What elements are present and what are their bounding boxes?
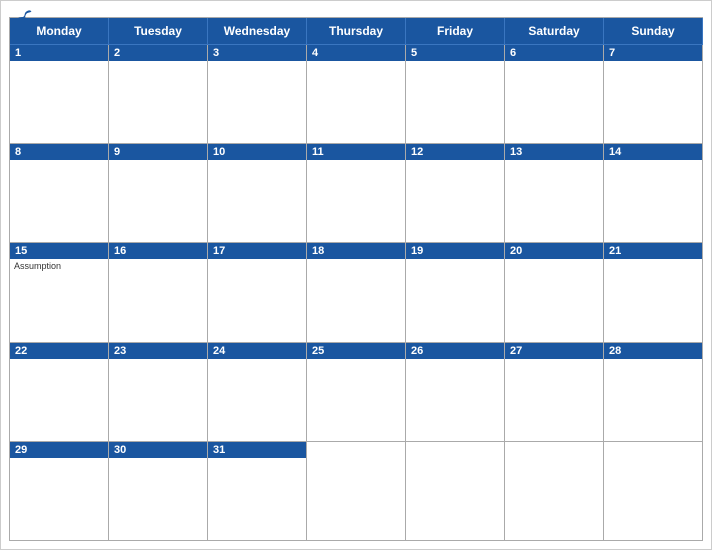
calendar-grid: MondayTuesdayWednesdayThursdayFridaySatu… [9, 17, 703, 541]
day-number [406, 442, 504, 446]
day-cell: 20 [505, 243, 604, 342]
day-cell: 28 [604, 343, 703, 442]
day-cell [406, 442, 505, 541]
day-number: 19 [406, 243, 504, 259]
day-number: 21 [604, 243, 702, 259]
day-number: 30 [109, 442, 207, 458]
day-cell: 2 [109, 45, 208, 144]
logo [17, 9, 35, 23]
day-header-saturday: Saturday [505, 18, 604, 45]
day-cell [307, 442, 406, 541]
week-row-5: 293031 [10, 442, 703, 541]
calendar-header [1, 1, 711, 17]
day-cell: 9 [109, 144, 208, 243]
day-header-friday: Friday [406, 18, 505, 45]
day-number: 27 [505, 343, 603, 359]
logo-blue-text [17, 9, 35, 23]
day-cell: 17 [208, 243, 307, 342]
day-number: 9 [109, 144, 207, 160]
day-number: 25 [307, 343, 405, 359]
day-cell: 15Assumption [10, 243, 109, 342]
day-cell: 6 [505, 45, 604, 144]
day-number: 11 [307, 144, 405, 160]
day-number: 20 [505, 243, 603, 259]
day-number: 5 [406, 45, 504, 61]
day-number [604, 442, 702, 446]
day-number: 8 [10, 144, 108, 160]
day-number: 18 [307, 243, 405, 259]
day-cell: 14 [604, 144, 703, 243]
day-cell: 12 [406, 144, 505, 243]
day-cell: 31 [208, 442, 307, 541]
day-cell: 5 [406, 45, 505, 144]
day-number: 15 [10, 243, 108, 259]
day-cell: 4 [307, 45, 406, 144]
day-cell: 22 [10, 343, 109, 442]
day-cell: 8 [10, 144, 109, 243]
day-number: 13 [505, 144, 603, 160]
day-number: 10 [208, 144, 306, 160]
day-number: 31 [208, 442, 306, 458]
day-cell: 21 [604, 243, 703, 342]
day-number: 4 [307, 45, 405, 61]
day-headers-row: MondayTuesdayWednesdayThursdayFridaySatu… [10, 18, 703, 45]
day-number: 14 [604, 144, 702, 160]
day-number: 16 [109, 243, 207, 259]
day-cell: 25 [307, 343, 406, 442]
day-cell: 24 [208, 343, 307, 442]
day-number: 23 [109, 343, 207, 359]
week-row-4: 22232425262728 [10, 343, 703, 442]
day-cell: 18 [307, 243, 406, 342]
day-cell: 23 [109, 343, 208, 442]
day-cell: 29 [10, 442, 109, 541]
day-cell [505, 442, 604, 541]
day-header-thursday: Thursday [307, 18, 406, 45]
day-number: 7 [604, 45, 702, 61]
day-cell: 1 [10, 45, 109, 144]
day-number: 1 [10, 45, 108, 61]
day-number: 12 [406, 144, 504, 160]
day-number [505, 442, 603, 446]
day-number: 3 [208, 45, 306, 61]
week-row-2: 891011121314 [10, 144, 703, 243]
day-cell: 7 [604, 45, 703, 144]
day-header-tuesday: Tuesday [109, 18, 208, 45]
week-row-3: 15Assumption161718192021 [10, 243, 703, 342]
calendar: MondayTuesdayWednesdayThursdayFridaySatu… [0, 0, 712, 550]
day-number [307, 442, 405, 446]
logo-bird-icon [17, 9, 33, 23]
day-number: 2 [109, 45, 207, 61]
day-cell: 19 [406, 243, 505, 342]
day-number: 24 [208, 343, 306, 359]
day-number: 22 [10, 343, 108, 359]
day-cell: 16 [109, 243, 208, 342]
day-cell: 10 [208, 144, 307, 243]
day-number: 17 [208, 243, 306, 259]
day-cell: 27 [505, 343, 604, 442]
day-cell: 3 [208, 45, 307, 144]
day-cell: 26 [406, 343, 505, 442]
day-cell [604, 442, 703, 541]
day-event: Assumption [10, 259, 108, 273]
day-number: 26 [406, 343, 504, 359]
day-cell: 30 [109, 442, 208, 541]
week-row-1: 1234567 [10, 45, 703, 144]
day-number: 28 [604, 343, 702, 359]
day-cell: 13 [505, 144, 604, 243]
weeks-container: 123456789101112131415Assumption161718192… [10, 45, 703, 541]
day-cell: 11 [307, 144, 406, 243]
day-number: 29 [10, 442, 108, 458]
day-number: 6 [505, 45, 603, 61]
day-header-sunday: Sunday [604, 18, 703, 45]
day-header-wednesday: Wednesday [208, 18, 307, 45]
